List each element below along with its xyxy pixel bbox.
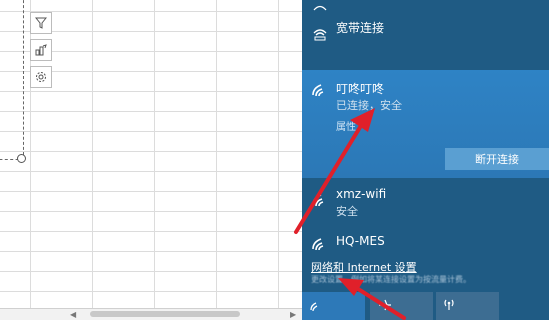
broadband-icon — [313, 29, 327, 41]
wifi-icon — [312, 238, 324, 251]
quick-action-mobile-hotspot[interactable] — [436, 292, 499, 320]
network-name: xmz-wifi — [336, 187, 387, 201]
network-status: 已连接，安全 — [336, 99, 402, 112]
quick-action-airplane-mode[interactable] — [370, 292, 433, 320]
scrollbar-thumb[interactable] — [90, 311, 240, 317]
chart-resize-handle[interactable] — [17, 154, 26, 163]
chart-settings-icon[interactable] — [30, 66, 52, 88]
scroll-right-icon[interactable]: ▶ — [290, 310, 296, 319]
disconnect-button[interactable]: 断开连接 — [445, 148, 549, 170]
network-item-connected[interactable]: 叮咚叮咚 已连接，安全 属性 断开连接 — [302, 70, 549, 178]
network-item-broadband[interactable]: 宽带连接 — [302, 0, 549, 62]
network-name: 宽带连接 — [336, 21, 385, 35]
spreadsheet-grid[interactable]: ◀ ▶ — [0, 0, 302, 320]
network-flyout: 宽带连接 叮咚叮咚 已连接，安全 属性 断开连接 xmz-wifi 安全 HQ-… — [302, 0, 549, 320]
wifi-icon — [312, 194, 324, 207]
airplane-icon — [379, 299, 391, 311]
hotspot-icon — [444, 299, 454, 310]
chart-style-icon[interactable] — [30, 39, 52, 61]
filter-icon[interactable] — [30, 12, 52, 34]
network-status: 安全 — [336, 205, 358, 218]
network-item-xmz-wifi[interactable]: xmz-wifi 安全 — [302, 178, 549, 228]
quick-action-wifi[interactable] — [302, 292, 365, 320]
chart-selection-frame[interactable] — [0, 0, 24, 160]
scroll-left-icon[interactable]: ◀ — [70, 310, 76, 319]
wifi-icon — [312, 84, 324, 97]
network-name: HQ-MES — [336, 234, 385, 248]
network-settings-link[interactable]: 网络和 Internet 设置 — [311, 259, 417, 275]
network-settings-description: 更改设置，例如将某连接设置为按流量计费。 — [311, 275, 471, 284]
network-item-hq-mes[interactable]: HQ-MES — [302, 228, 549, 258]
properties-link[interactable]: 属性 — [336, 118, 356, 133]
wifi-icon — [310, 302, 318, 312]
horizontal-scrollbar[interactable]: ◀ ▶ — [0, 308, 302, 320]
wifi-icon — [313, 5, 327, 11]
network-name: 叮咚叮咚 — [336, 82, 385, 96]
